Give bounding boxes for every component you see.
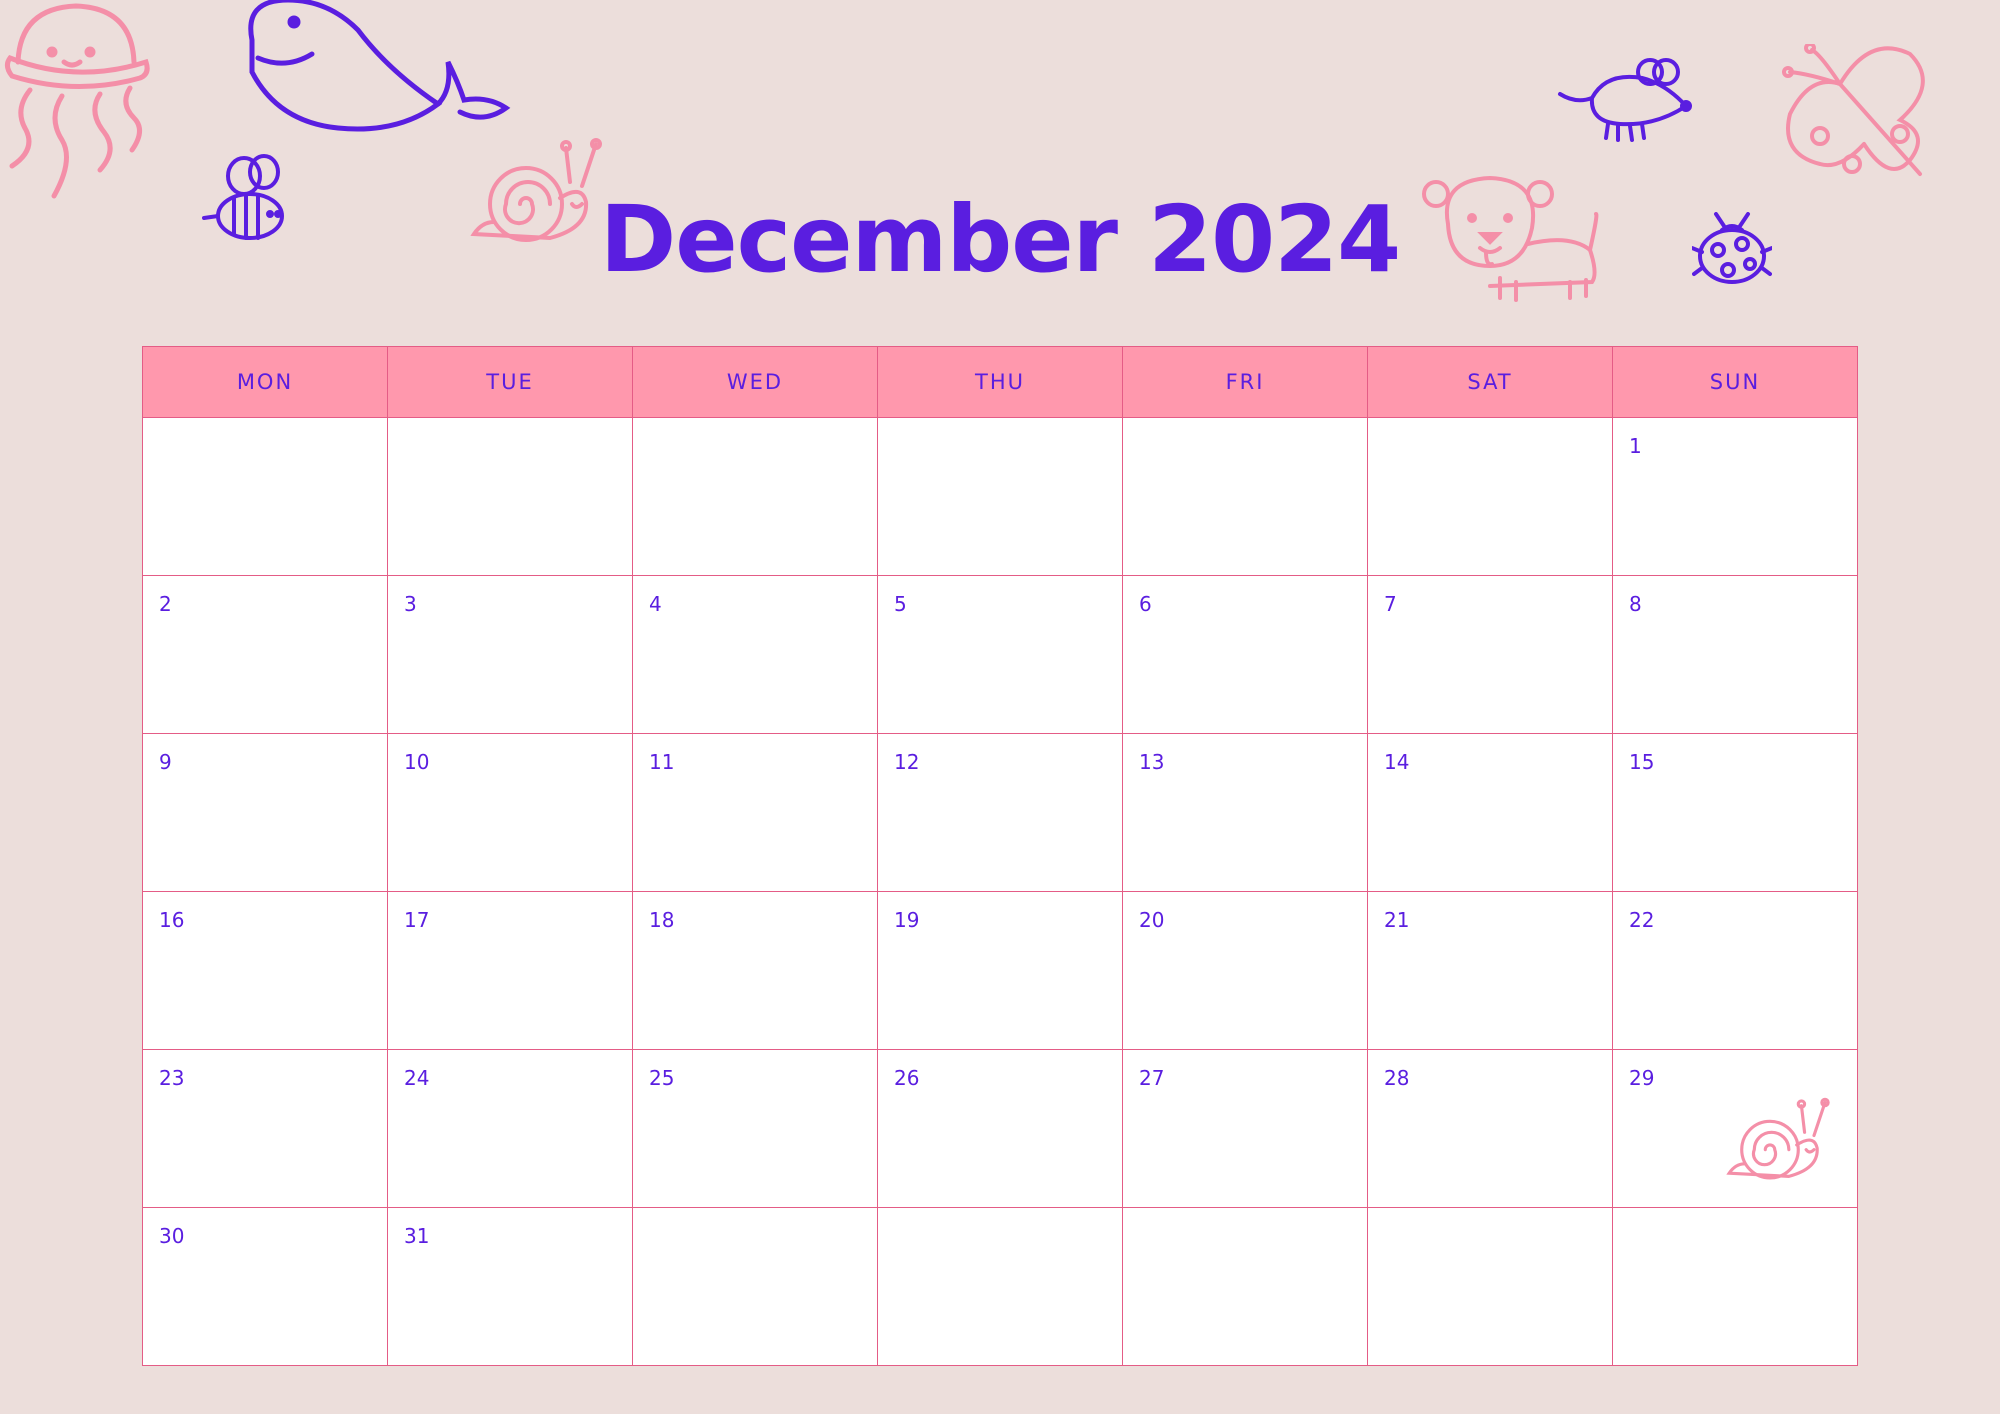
day-cell[interactable]: 19 bbox=[877, 891, 1123, 1050]
day-cell[interactable]: 13 bbox=[1122, 733, 1368, 892]
page-title: December 2024 bbox=[599, 186, 1401, 293]
empty-day-cell[interactable] bbox=[142, 417, 388, 576]
day-number: 2 bbox=[159, 592, 172, 616]
empty-day-cell[interactable] bbox=[632, 1207, 878, 1366]
day-cell[interactable]: 16 bbox=[142, 891, 388, 1050]
week-row: 23 24 25 26 27 28 29 bbox=[142, 1049, 1858, 1208]
day-number: 8 bbox=[1629, 592, 1642, 616]
empty-day-cell[interactable] bbox=[632, 417, 878, 576]
day-cell[interactable]: 21 bbox=[1367, 891, 1613, 1050]
day-number: 13 bbox=[1139, 750, 1165, 774]
day-cell[interactable]: 30 bbox=[142, 1207, 388, 1366]
calendar-grid: MON TUE WED THU FRI SAT SUN 1 2 3 4 5 6 7 8 9 10 1… bbox=[142, 346, 1858, 1366]
empty-day-cell[interactable] bbox=[1367, 1207, 1613, 1366]
day-number: 29 bbox=[1629, 1066, 1655, 1090]
butterfly-icon bbox=[1782, 44, 1925, 176]
week-row: 9 10 11 12 13 14 15 bbox=[142, 733, 1858, 892]
day-cell[interactable]: 8 bbox=[1612, 575, 1858, 734]
day-number: 19 bbox=[894, 908, 920, 932]
day-cell[interactable]: 17 bbox=[387, 891, 633, 1050]
day-cell[interactable]: 25 bbox=[632, 1049, 878, 1208]
week-row: 2 3 4 5 6 7 8 bbox=[142, 575, 1858, 734]
day-number: 18 bbox=[649, 908, 675, 932]
day-cell[interactable]: 1 bbox=[1612, 417, 1858, 576]
empty-day-cell[interactable] bbox=[1367, 417, 1613, 576]
day-cell[interactable]: 18 bbox=[632, 891, 878, 1050]
day-cell[interactable]: 31 bbox=[387, 1207, 633, 1366]
weekday-thu: THU bbox=[877, 346, 1123, 418]
empty-day-cell[interactable] bbox=[1612, 1207, 1858, 1366]
day-number: 5 bbox=[894, 592, 907, 616]
day-number: 4 bbox=[649, 592, 662, 616]
day-cell[interactable]: 10 bbox=[387, 733, 633, 892]
day-number: 27 bbox=[1139, 1066, 1165, 1090]
empty-day-cell[interactable] bbox=[877, 417, 1123, 576]
weekday-fri: FRI bbox=[1122, 346, 1368, 418]
day-number: 28 bbox=[1384, 1066, 1410, 1090]
weekday-sat: SAT bbox=[1367, 346, 1613, 418]
day-number: 10 bbox=[404, 750, 430, 774]
empty-day-cell[interactable] bbox=[387, 417, 633, 576]
week-row: 30 31 bbox=[142, 1207, 1858, 1366]
day-number: 21 bbox=[1384, 908, 1410, 932]
day-number: 6 bbox=[1139, 592, 1152, 616]
day-cell[interactable]: 2 bbox=[142, 575, 388, 734]
day-cell[interactable]: 27 bbox=[1122, 1049, 1368, 1208]
day-cell[interactable]: 24 bbox=[387, 1049, 633, 1208]
day-number: 30 bbox=[159, 1224, 185, 1248]
day-number: 26 bbox=[894, 1066, 920, 1090]
day-number: 25 bbox=[649, 1066, 675, 1090]
week-row: 16 17 18 19 20 21 22 bbox=[142, 891, 1858, 1050]
day-number: 24 bbox=[404, 1066, 430, 1090]
day-number: 31 bbox=[404, 1224, 430, 1248]
weekday-mon: MON bbox=[142, 346, 388, 418]
day-cell[interactable]: 12 bbox=[877, 733, 1123, 892]
whale-icon bbox=[248, 0, 511, 132]
jellyfish-icon bbox=[4, 3, 150, 199]
day-cell[interactable]: 7 bbox=[1367, 575, 1613, 734]
day-cell[interactable]: 9 bbox=[142, 733, 388, 892]
weekday-wed: WED bbox=[632, 346, 878, 418]
day-number: 1 bbox=[1629, 434, 1642, 458]
week-row: 1 bbox=[142, 417, 1858, 576]
empty-day-cell[interactable] bbox=[877, 1207, 1123, 1366]
day-number: 23 bbox=[159, 1066, 185, 1090]
day-cell[interactable]: 14 bbox=[1367, 733, 1613, 892]
empty-day-cell[interactable] bbox=[1122, 1207, 1368, 1366]
weekday-header-row: MON TUE WED THU FRI SAT SUN bbox=[142, 346, 1858, 418]
day-number: 20 bbox=[1139, 908, 1165, 932]
day-number: 11 bbox=[649, 750, 675, 774]
mouse-icon bbox=[1558, 58, 1692, 142]
day-number: 16 bbox=[159, 908, 185, 932]
weekday-sun: SUN bbox=[1612, 346, 1858, 418]
day-cell[interactable]: 11 bbox=[632, 733, 878, 892]
day-number: 3 bbox=[404, 592, 417, 616]
weekday-tue: TUE bbox=[387, 346, 633, 418]
day-cell[interactable]: 3 bbox=[387, 575, 633, 734]
day-number: 9 bbox=[159, 750, 172, 774]
day-number: 14 bbox=[1384, 750, 1410, 774]
day-number: 22 bbox=[1629, 908, 1655, 932]
day-cell[interactable]: 23 bbox=[142, 1049, 388, 1208]
day-cell[interactable]: 4 bbox=[632, 575, 878, 734]
empty-day-cell[interactable] bbox=[1122, 417, 1368, 576]
day-cell[interactable]: 15 bbox=[1612, 733, 1858, 892]
day-number: 7 bbox=[1384, 592, 1397, 616]
snail-icon bbox=[1726, 1097, 1830, 1180]
day-cell[interactable]: 26 bbox=[877, 1049, 1123, 1208]
day-cell[interactable]: 5 bbox=[877, 575, 1123, 734]
day-cell[interactable]: 20 bbox=[1122, 891, 1368, 1050]
day-cell[interactable]: 6 bbox=[1122, 575, 1368, 734]
day-cell[interactable]: 28 bbox=[1367, 1049, 1613, 1208]
day-number: 15 bbox=[1629, 750, 1655, 774]
day-number: 17 bbox=[404, 908, 430, 932]
day-number: 12 bbox=[894, 750, 920, 774]
day-cell[interactable]: 22 bbox=[1612, 891, 1858, 1050]
